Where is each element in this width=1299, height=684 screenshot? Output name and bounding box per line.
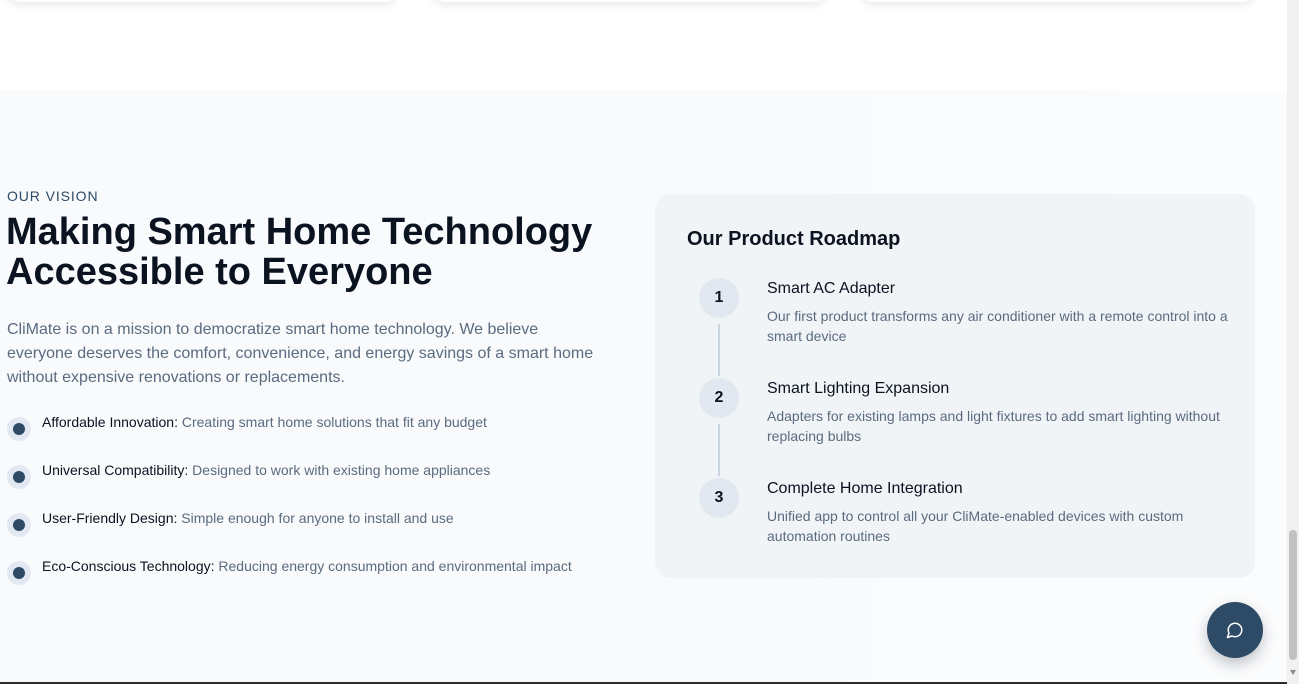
list-item: Universal Compatibility: Designed to wor… (7, 460, 587, 489)
bullet-dot-icon (7, 561, 31, 585)
bullet-description: Simple enough for anyone to install and … (181, 510, 454, 526)
list-item: Eco-Conscious Technology: Reducing energ… (7, 556, 587, 585)
step-number-badge: 3 (699, 478, 739, 518)
step-connector-line (718, 424, 720, 476)
chat-bubble-icon (1226, 622, 1243, 639)
bullet-description: Designed to work with existing home appl… (192, 462, 491, 478)
list-item: Affordable Innovation: Creating smart ho… (7, 412, 587, 441)
step-description: Our first product transforms any air con… (767, 308, 1228, 344)
step-number-badge: 2 (699, 378, 739, 418)
scrollbar-thumb[interactable] (1289, 530, 1297, 660)
bullet-dot-icon (7, 465, 31, 489)
vision-section: OUR VISION Making Smart Home Technology … (0, 90, 1287, 682)
bullet-title: Affordable Innovation: (42, 414, 178, 430)
bullet-title: Eco-Conscious Technology: (42, 558, 215, 574)
feature-card-edge (431, 0, 827, 2)
page-scrollbar[interactable] (1287, 0, 1299, 684)
step-connector-line (718, 324, 720, 376)
step-description: Adapters for existing lamps and light fi… (767, 408, 1220, 444)
list-item: User-Friendly Design: Simple enough for … (7, 508, 587, 537)
step-title: Smart Lighting Expansion (767, 380, 950, 397)
cards-section-remnant (0, 0, 1287, 90)
section-eyebrow: OUR VISION (7, 188, 99, 204)
chat-button[interactable] (1207, 602, 1263, 658)
bullet-title: User-Friendly Design: (42, 510, 178, 526)
step-number-badge: 1 (699, 278, 739, 318)
scroll-down-arrow-icon[interactable] (1290, 670, 1296, 675)
section-lead: CliMate is on a mission to democratize s… (7, 321, 594, 386)
vision-bullet-list: Affordable Innovation: Creating smart ho… (7, 412, 587, 585)
step-description: Unified app to control all your CliMate-… (767, 508, 1184, 544)
feature-card-edge (860, 0, 1256, 2)
feature-card-edge (6, 0, 398, 2)
roadmap-card: Our Product Roadmap 1 Smart AC Adapter O… (655, 194, 1255, 578)
bullet-title: Universal Compatibility: (42, 462, 189, 478)
bullet-description: Reducing energy consumption and environm… (218, 558, 572, 574)
bullet-dot-icon (7, 513, 31, 537)
step-title: Smart AC Adapter (767, 280, 896, 297)
step-title: Complete Home Integration (767, 480, 963, 497)
bullet-dot-icon (7, 417, 31, 441)
bullet-description: Creating smart home solutions that fit a… (181, 414, 487, 430)
roadmap-title: Our Product Roadmap (687, 228, 901, 250)
section-headline: Making Smart Home Technology Accessible … (6, 211, 593, 293)
